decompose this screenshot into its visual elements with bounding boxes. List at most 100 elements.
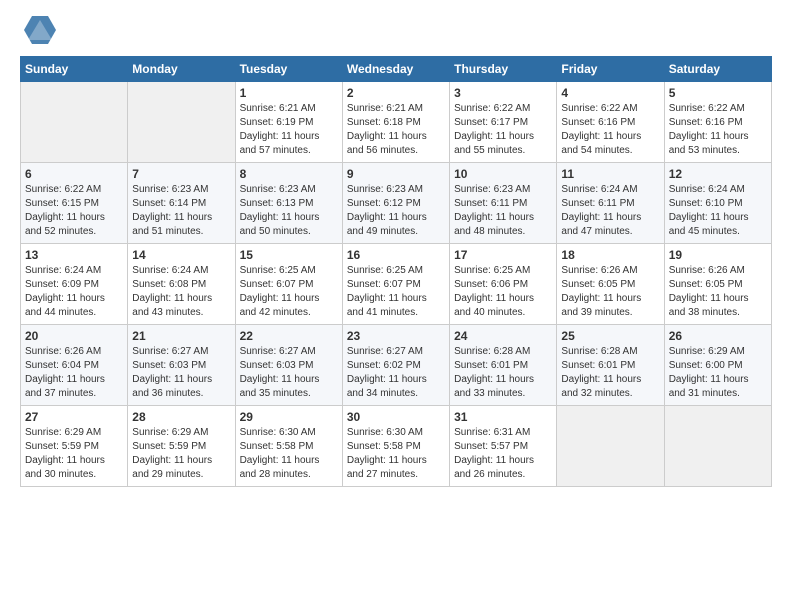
day-number: 13 <box>25 248 123 262</box>
day-cell: 8Sunrise: 6:23 AM Sunset: 6:13 PM Daylig… <box>235 163 342 244</box>
day-cell: 10 Sunrise: 6:23 AM Sunset: 6:11 PM Dayli… <box>450 163 557 244</box>
page: SundayMondayTuesdayWednesdayThursdayFrid… <box>0 0 792 612</box>
day-number: 12 <box>669 167 767 181</box>
day-info: Sunrise: 6:26 AM Sunset: 6:05 PM Dayligh… <box>669 264 767 320</box>
day-info: Sunrise: 6:23 AM Sunset: 6:11 PM Dayligh… <box>454 183 552 239</box>
day-number: 3 <box>454 86 552 100</box>
day-number: 22 <box>240 329 338 343</box>
day-number: 19 <box>669 248 767 262</box>
day-info: Sunrise: 6:22 AM Sunset: 6:17 PM Dayligh… <box>454 102 552 158</box>
day-info: Sunrise: 6:29 AM Sunset: 6:00 PM Dayligh… <box>669 345 767 401</box>
day-number: 16 <box>347 248 445 262</box>
day-info: Sunrise: 6:27 AM Sunset: 6:03 PM Dayligh… <box>240 345 338 401</box>
day-number: 1 <box>240 86 338 100</box>
week-row-2: 6 Sunrise: 6:22 AM Sunset: 6:15 PM Daylig… <box>21 163 772 244</box>
day-number: 21 <box>132 329 230 343</box>
day-header-tuesday: Tuesday <box>235 57 342 82</box>
day-cell: 24Sunrise: 6:28 AM Sunset: 6:01 PM Dayli… <box>450 325 557 406</box>
day-info: Sunrise: 6:24 AM Sunset: 6:10 PM Dayligh… <box>669 183 767 239</box>
day-header-wednesday: Wednesday <box>342 57 449 82</box>
day-number: 9 <box>347 167 445 181</box>
logo <box>20 16 56 48</box>
day-number: 10 <box>454 167 552 181</box>
day-number: 31 <box>454 410 552 424</box>
day-cell: 20Sunrise: 6:26 AM Sunset: 6:04 PM Dayli… <box>21 325 128 406</box>
day-number: 6 <box>25 167 123 181</box>
day-header-sunday: Sunday <box>21 57 128 82</box>
day-cell: 11 Sunrise: 6:24 AM Sunset: 6:11 PM Dayli… <box>557 163 664 244</box>
day-info: Sunrise: 6:29 AM Sunset: 5:59 PM Dayligh… <box>25 426 123 482</box>
day-cell: 13 Sunrise: 6:24 AM Sunset: 6:09 PM Dayli… <box>21 244 128 325</box>
day-cell: 27 Sunrise: 6:29 AM Sunset: 5:59 PM Dayli… <box>21 406 128 487</box>
day-number: 5 <box>669 86 767 100</box>
day-cell: 17 Sunrise: 6:25 AM Sunset: 6:06 PM Dayli… <box>450 244 557 325</box>
day-number: 25 <box>561 329 659 343</box>
day-info: Sunrise: 6:24 AM Sunset: 6:09 PM Dayligh… <box>25 264 123 320</box>
day-cell: 12 Sunrise: 6:24 AM Sunset: 6:10 PM Dayli… <box>664 163 771 244</box>
day-number: 26 <box>669 329 767 343</box>
day-cell: 23Sunrise: 6:27 AM Sunset: 6:02 PM Dayli… <box>342 325 449 406</box>
day-number: 11 <box>561 167 659 181</box>
day-number: 17 <box>454 248 552 262</box>
day-info: Sunrise: 6:28 AM Sunset: 6:01 PM Dayligh… <box>454 345 552 401</box>
week-row-3: 13 Sunrise: 6:24 AM Sunset: 6:09 PM Dayli… <box>21 244 772 325</box>
day-cell: 26 Sunrise: 6:29 AM Sunset: 6:00 PM Dayli… <box>664 325 771 406</box>
day-info: Sunrise: 6:23 AM Sunset: 6:14 PM Dayligh… <box>132 183 230 239</box>
day-cell: 3 Sunrise: 6:22 AM Sunset: 6:17 PM Daylig… <box>450 82 557 163</box>
day-info: Sunrise: 6:21 AM Sunset: 6:19 PM Dayligh… <box>240 102 338 158</box>
day-info: Sunrise: 6:27 AM Sunset: 6:03 PM Dayligh… <box>132 345 230 401</box>
week-row-1: 1 Sunrise: 6:21 AM Sunset: 6:19 PM Daylig… <box>21 82 772 163</box>
day-cell: 30 Sunrise: 6:30 AM Sunset: 5:58 PM Dayli… <box>342 406 449 487</box>
day-info: Sunrise: 6:24 AM Sunset: 6:08 PM Dayligh… <box>132 264 230 320</box>
day-info: Sunrise: 6:22 AM Sunset: 6:15 PM Dayligh… <box>25 183 123 239</box>
day-info: Sunrise: 6:25 AM Sunset: 6:07 PM Dayligh… <box>240 264 338 320</box>
day-info: Sunrise: 6:25 AM Sunset: 6:06 PM Dayligh… <box>454 264 552 320</box>
day-cell: 6 Sunrise: 6:22 AM Sunset: 6:15 PM Daylig… <box>21 163 128 244</box>
day-number: 15 <box>240 248 338 262</box>
day-number: 30 <box>347 410 445 424</box>
day-cell: 25 Sunrise: 6:28 AM Sunset: 6:01 PM Dayli… <box>557 325 664 406</box>
day-number: 27 <box>25 410 123 424</box>
day-number: 23 <box>347 329 445 343</box>
day-info: Sunrise: 6:30 AM Sunset: 5:58 PM Dayligh… <box>240 426 338 482</box>
day-header-monday: Monday <box>128 57 235 82</box>
day-number: 18 <box>561 248 659 262</box>
day-cell: 28Sunrise: 6:29 AM Sunset: 5:59 PM Dayli… <box>128 406 235 487</box>
week-row-5: 27 Sunrise: 6:29 AM Sunset: 5:59 PM Dayli… <box>21 406 772 487</box>
day-header-saturday: Saturday <box>664 57 771 82</box>
day-number: 14 <box>132 248 230 262</box>
day-info: Sunrise: 6:28 AM Sunset: 6:01 PM Dayligh… <box>561 345 659 401</box>
day-number: 28 <box>132 410 230 424</box>
day-cell <box>21 82 128 163</box>
day-cell: 5 Sunrise: 6:22 AM Sunset: 6:16 PM Daylig… <box>664 82 771 163</box>
day-info: Sunrise: 6:22 AM Sunset: 6:16 PM Dayligh… <box>561 102 659 158</box>
day-cell: 31 Sunrise: 6:31 AM Sunset: 5:57 PM Dayli… <box>450 406 557 487</box>
day-info: Sunrise: 6:24 AM Sunset: 6:11 PM Dayligh… <box>561 183 659 239</box>
day-cell: 29Sunrise: 6:30 AM Sunset: 5:58 PM Dayli… <box>235 406 342 487</box>
week-row-4: 20Sunrise: 6:26 AM Sunset: 6:04 PM Dayli… <box>21 325 772 406</box>
day-cell: 18Sunrise: 6:26 AM Sunset: 6:05 PM Dayli… <box>557 244 664 325</box>
calendar-table: SundayMondayTuesdayWednesdayThursdayFrid… <box>20 56 772 487</box>
logo-icon <box>24 16 56 48</box>
day-info: Sunrise: 6:26 AM Sunset: 6:04 PM Dayligh… <box>25 345 123 401</box>
day-info: Sunrise: 6:22 AM Sunset: 6:16 PM Dayligh… <box>669 102 767 158</box>
day-number: 4 <box>561 86 659 100</box>
day-cell: 14 Sunrise: 6:24 AM Sunset: 6:08 PM Dayli… <box>128 244 235 325</box>
day-info: Sunrise: 6:21 AM Sunset: 6:18 PM Dayligh… <box>347 102 445 158</box>
day-cell <box>128 82 235 163</box>
day-info: Sunrise: 6:30 AM Sunset: 5:58 PM Dayligh… <box>347 426 445 482</box>
day-cell <box>664 406 771 487</box>
day-number: 7 <box>132 167 230 181</box>
day-header-thursday: Thursday <box>450 57 557 82</box>
day-cell: 22 Sunrise: 6:27 AM Sunset: 6:03 PM Dayli… <box>235 325 342 406</box>
day-cell: 19 Sunrise: 6:26 AM Sunset: 6:05 PM Dayli… <box>664 244 771 325</box>
day-cell: 2 Sunrise: 6:21 AM Sunset: 6:18 PM Daylig… <box>342 82 449 163</box>
day-cell: 16Sunrise: 6:25 AM Sunset: 6:07 PM Dayli… <box>342 244 449 325</box>
day-cell: 7 Sunrise: 6:23 AM Sunset: 6:14 PM Daylig… <box>128 163 235 244</box>
day-number: 8 <box>240 167 338 181</box>
day-header-friday: Friday <box>557 57 664 82</box>
day-info: Sunrise: 6:31 AM Sunset: 5:57 PM Dayligh… <box>454 426 552 482</box>
header-row: SundayMondayTuesdayWednesdayThursdayFrid… <box>21 57 772 82</box>
day-cell: 9Sunrise: 6:23 AM Sunset: 6:12 PM Daylig… <box>342 163 449 244</box>
day-number: 2 <box>347 86 445 100</box>
